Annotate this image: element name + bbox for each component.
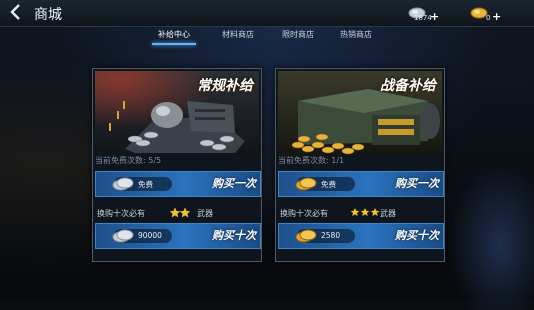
tab-hot-shop[interactable]: 热销商店 [334,27,378,43]
buy-ten-cost: 2580 [321,231,341,240]
buy-one-row: 免费 购买一次 [95,171,261,197]
page-title: 商城 [34,7,62,23]
add-gold-button[interactable]: + [492,10,501,23]
cost-pill: 2580 [295,228,355,244]
supply-card-regular: 常规补给 当前免费次数: 5/5 免费 购买一次 换购十次必有 武器 90000 [92,68,262,262]
cost-pill: 90000 [112,228,172,244]
buy-ten-button[interactable]: 购买十次 [212,226,256,246]
back-arrow-icon[interactable] [6,4,26,22]
silver-currency: 1874 + [408,2,442,24]
card-title: 战备补给 [380,78,436,94]
gold-currency: 0 + [470,2,504,24]
star-rating-icon [350,207,380,219]
cost-pill: 免费 [295,176,355,192]
free-count: 当前免费次数: 5/5 [95,156,162,165]
tab-label: 补给中心 [158,30,190,39]
bonus-text: 换购十次必有 [97,209,145,218]
combat-supply-image[interactable]: 战备补给 [278,71,442,155]
gold-coins-icon [295,228,317,244]
regular-supply-image[interactable]: 常规补给 [95,71,259,155]
buy-one-button[interactable]: 购买一次 [212,174,256,194]
buy-one-cost: 免费 [321,180,336,189]
buy-ten-row: 90000 购买十次 [95,223,261,249]
light-flare [440,150,534,310]
buy-ten-cost: 90000 [138,231,162,240]
tab-label: 材料商店 [222,30,254,39]
buy-ten-button[interactable]: 购买十次 [395,226,439,246]
silver-coins-icon [112,228,134,244]
bonus-item: 武器 [197,209,213,218]
free-count: 当前免费次数: 1/1 [278,156,345,165]
buy-one-cost: 免费 [138,180,153,189]
bonus-item: 武器 [380,209,396,218]
bonus-row: 换购十次必有 武器 [95,207,259,221]
bonus-text: 换购十次必有 [280,209,328,218]
gold-coins-icon [295,176,317,192]
tab-supply-center[interactable]: 补给中心 [148,27,200,45]
active-tab-indicator [152,43,196,45]
tab-material-shop[interactable]: 材料商店 [216,27,260,43]
tab-limited-shop[interactable]: 限时商店 [276,27,320,43]
buy-one-button[interactable]: 购买一次 [395,174,439,194]
card-title: 常规补给 [197,78,253,94]
cost-pill: 免费 [112,176,172,192]
buy-ten-row: 2580 购买十次 [278,223,444,249]
silver-coins-icon [112,176,134,192]
add-silver-button[interactable]: + [430,10,439,23]
star-rating-icon [169,207,193,219]
tab-label: 热销商店 [340,30,372,39]
gold-amount: 0 [486,14,491,22]
top-bar: 商城 1874 + 0 + [0,0,534,27]
buy-one-row: 免费 购买一次 [278,171,444,197]
bonus-row: 换购十次必有 武器 [278,207,442,221]
tab-label: 限时商店 [282,30,314,39]
supply-card-combat: 战备补给 当前免费次数: 1/1 免费 购买一次 换购十次必有 武器 2580 [275,68,445,262]
